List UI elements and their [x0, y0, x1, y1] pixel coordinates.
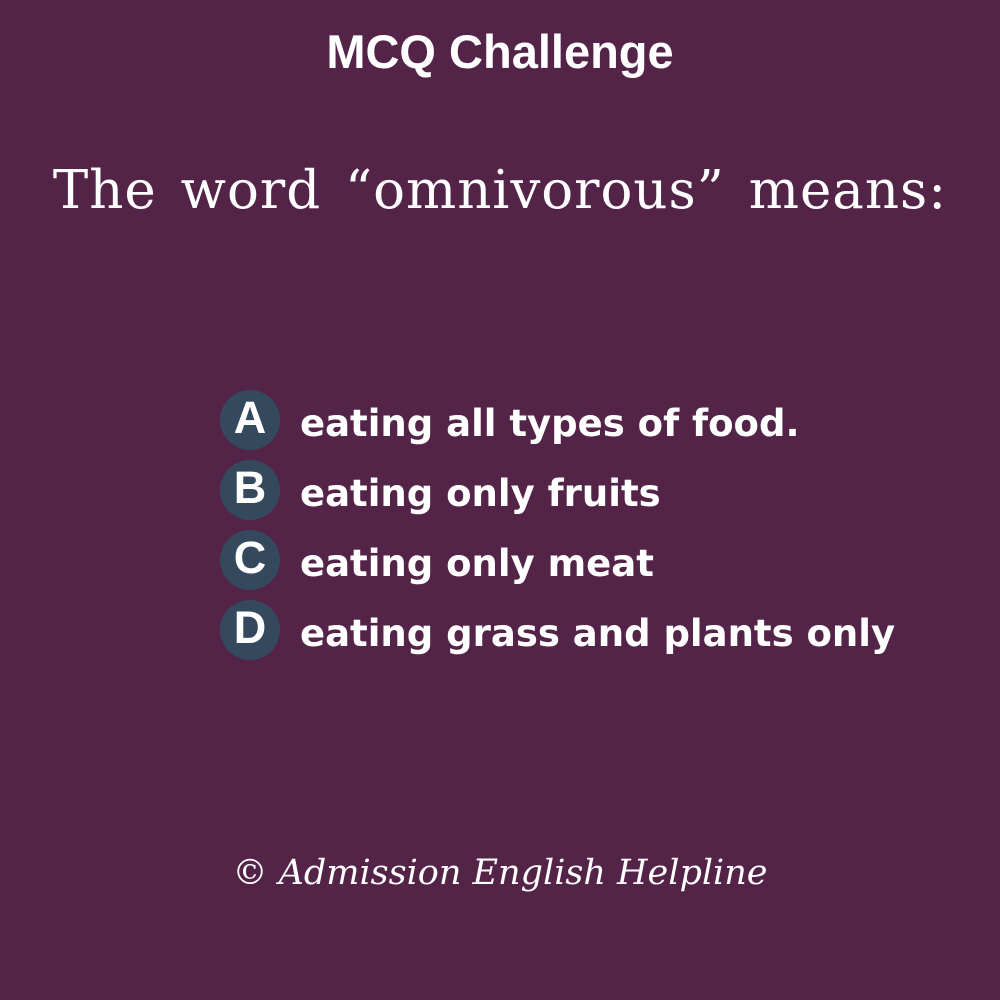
option-b[interactable]: B eating only fruits: [220, 460, 980, 530]
option-letter-badge: B: [220, 460, 280, 520]
option-d[interactable]: D eating grass and plants only: [220, 600, 980, 670]
option-text: eating only fruits: [300, 472, 661, 515]
option-text: eating grass and plants only: [300, 612, 896, 655]
option-text: eating only meat: [300, 542, 654, 585]
mcq-card: { "title": "MCQ Challenge", "question": …: [0, 0, 1000, 1000]
copyright-footer: © Admission English Helpline: [232, 853, 768, 893]
page-title: MCQ Challenge: [326, 25, 674, 78]
option-c[interactable]: C eating only meat: [220, 530, 980, 600]
option-a[interactable]: A eating all types of food.: [220, 390, 980, 460]
option-letter-badge: C: [220, 530, 280, 590]
option-letter-badge: A: [220, 390, 280, 450]
option-letter-badge: D: [220, 600, 280, 660]
options-list: A eating all types of food. B eating onl…: [220, 390, 980, 670]
question-text: The word “omnivorous” means:: [52, 160, 948, 221]
option-text: eating all types of food.: [300, 402, 800, 445]
